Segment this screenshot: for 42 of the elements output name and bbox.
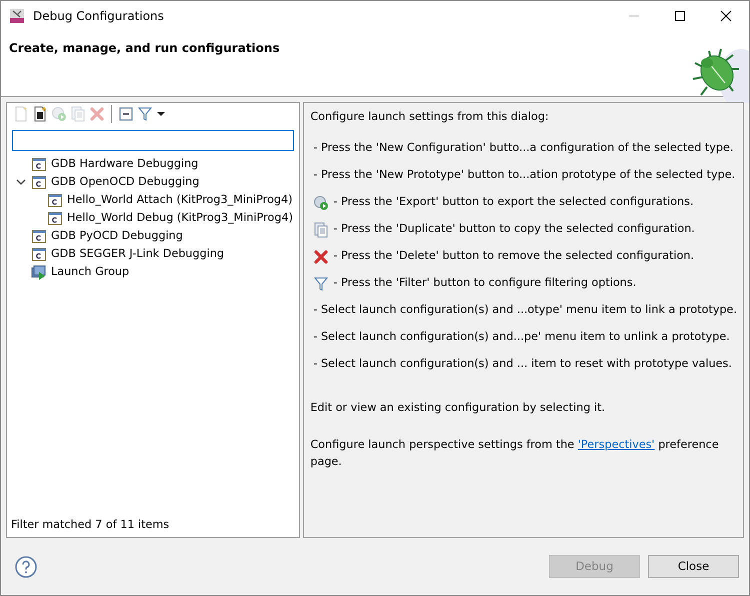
collapse-icon[interactable] xyxy=(118,106,134,122)
dialog-heading: Create, manage, and run configurations xyxy=(9,40,280,58)
export-icon xyxy=(313,194,330,211)
help-line: - Press the 'Delete' button to remove the selected configuration. xyxy=(333,248,694,264)
config-icon xyxy=(31,174,47,190)
filter-icon xyxy=(313,276,330,292)
duplicate-icon xyxy=(313,222,330,238)
prototype-icon[interactable] xyxy=(32,106,48,122)
help-intro: Configure launch settings from this dialog: xyxy=(310,110,549,124)
config-icon xyxy=(47,210,63,226)
help-line: - Select launch configuration(s) and...pe' menu item to unlink a prototype. xyxy=(313,329,730,346)
filter-status: Filter matched 7 of 11 items xyxy=(11,518,170,530)
close-button[interactable]: Close xyxy=(648,555,739,578)
tree-item[interactable]: Hello_World Debug (KitProg3_MiniProg4) xyxy=(67,210,293,227)
launch-group-icon xyxy=(31,264,47,280)
window-title: Debug Configurations xyxy=(33,8,164,26)
help-line: - Select launch configuration(s) and ...otype' menu item to link a prototype. xyxy=(313,302,737,318)
app-icon xyxy=(9,8,25,24)
help-line: - Press the 'New Configuration' butto...a configuration of the selected type. xyxy=(313,140,734,156)
help-line: - Press the 'Duplicate' button to copy the selected configuration. xyxy=(333,221,695,238)
help-line: - Press the 'Filter' button to configure filtering options. xyxy=(333,275,636,292)
help-line: - Press the 'New Prototype' button to...ation prototype of the selected type. xyxy=(313,167,736,184)
config-icon xyxy=(31,156,47,172)
filter-field[interactable] xyxy=(12,130,294,152)
config-icon xyxy=(31,228,47,244)
help-note: Configure launch perspective settings from the 'Perspectives' preference page. xyxy=(310,437,720,470)
help-line: - Press the 'Export' button to export the selected configurations. xyxy=(333,194,694,210)
tree-item[interactable]: GDB Hardware Debugging xyxy=(51,156,198,173)
tree-item[interactable]: GDB PyOCD Debugging xyxy=(51,228,183,245)
help-line: - Select launch configuration(s) and ... item to reset with prototype values. xyxy=(313,356,732,372)
tree-item[interactable]: Launch Group xyxy=(51,264,130,281)
filter-icon[interactable] xyxy=(137,106,153,122)
help-note: Edit or view an existing configuration by selecting it. xyxy=(310,400,606,416)
tree-item[interactable]: Hello_World Attach (KitProg3_MiniProg4) xyxy=(67,192,292,209)
debug-button: Debug xyxy=(549,555,640,578)
perspectives-link[interactable]: 'Perspectives' xyxy=(578,438,655,452)
config-icon xyxy=(31,246,47,262)
help-icon[interactable] xyxy=(15,556,37,578)
tree-item[interactable]: GDB OpenOCD Debugging xyxy=(51,174,200,191)
config-icon xyxy=(47,192,63,208)
tree-item[interactable]: GDB SEGGER J-Link Debugging xyxy=(51,246,224,263)
delete-icon xyxy=(313,248,330,265)
